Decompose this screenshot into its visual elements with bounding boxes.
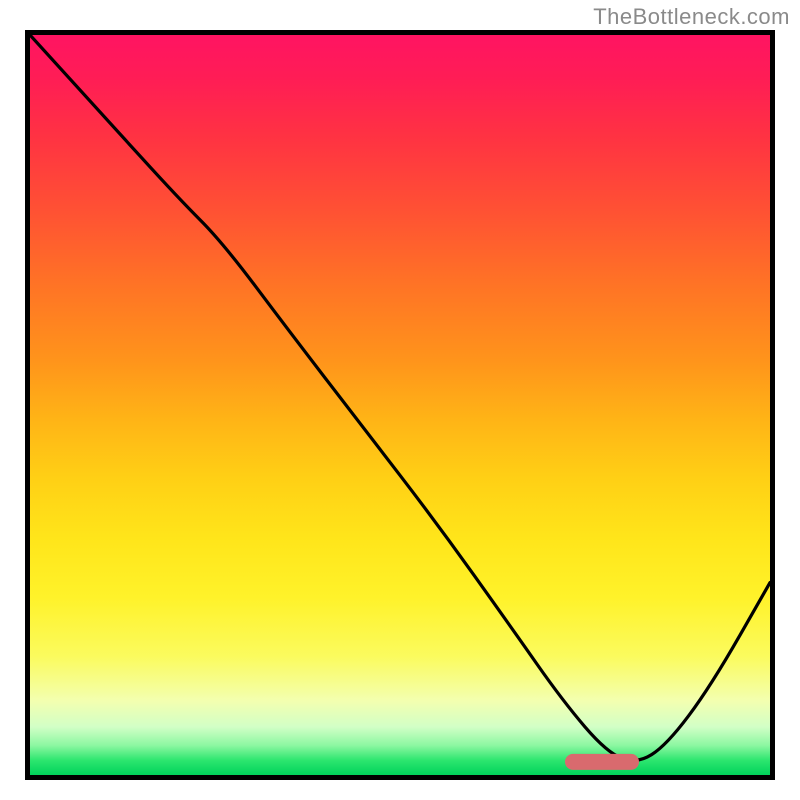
watermark-text: TheBottleneck.com [593,4,790,30]
minimum-marker [565,754,639,770]
curve-path [30,35,770,760]
curve-layer [30,35,770,775]
plot-frame [25,30,775,780]
chart-container: TheBottleneck.com [0,0,800,800]
